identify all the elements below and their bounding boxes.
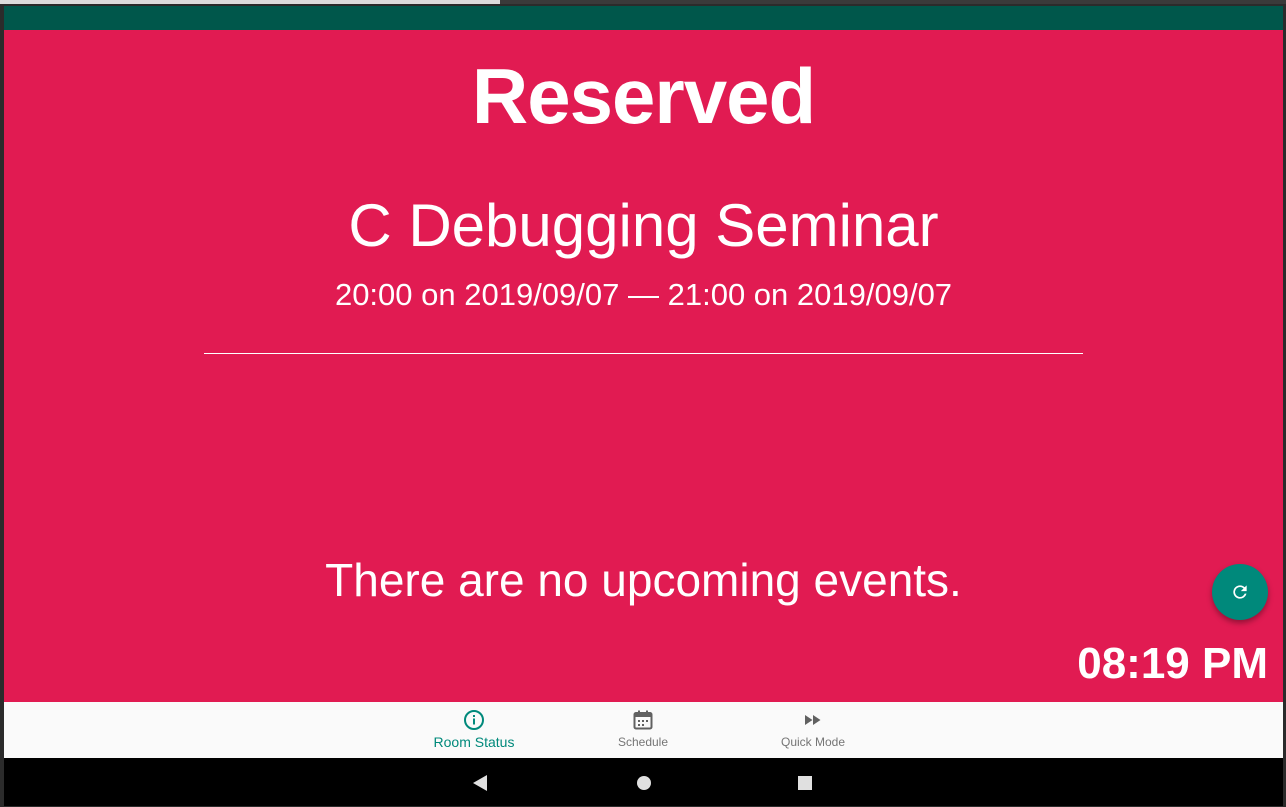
upcoming-events-message: There are no upcoming events.	[325, 554, 962, 606]
current-event-time: 20:00 on 2019/09/07 — 21:00 on 2019/09/0…	[334, 277, 953, 312]
bottom-navigation: Room Status Schedule Quick Mode	[4, 702, 1283, 758]
divider	[204, 353, 1083, 354]
tablet-screen: Reserved C Debugging Seminar 20:00 on 20…	[4, 6, 1283, 806]
room-status-panel: Reserved C Debugging Seminar 20:00 on 20…	[4, 30, 1283, 702]
fast-forward-icon	[805, 715, 821, 725]
current-event-title: C Debugging Seminar	[348, 192, 939, 259]
refresh-icon	[1233, 585, 1247, 599]
back-triangle-icon[interactable]	[472, 774, 488, 792]
calendar-icon	[633, 710, 653, 730]
tab-room-status-label: Room Status	[433, 734, 515, 750]
recents-square-icon[interactable]	[797, 774, 813, 792]
info-icon	[464, 710, 484, 730]
refresh-button[interactable]	[1212, 564, 1268, 620]
home-circle-icon[interactable]	[636, 774, 652, 792]
host-window-strip-dark	[500, 0, 1286, 4]
tab-schedule[interactable]: Schedule	[563, 702, 723, 758]
tab-room-status[interactable]: Room Status	[394, 702, 554, 758]
android-system-navigation	[4, 758, 1283, 806]
tab-quick-mode-label: Quick Mode	[780, 735, 846, 749]
room-status-title: Reserved	[471, 52, 816, 140]
current-time-clock: 08:19 PM	[1077, 639, 1268, 688]
android-status-bar	[4, 6, 1283, 30]
tab-quick-mode[interactable]: Quick Mode	[733, 702, 893, 758]
host-window-strip	[0, 0, 500, 4]
tab-schedule-label: Schedule	[617, 735, 669, 749]
